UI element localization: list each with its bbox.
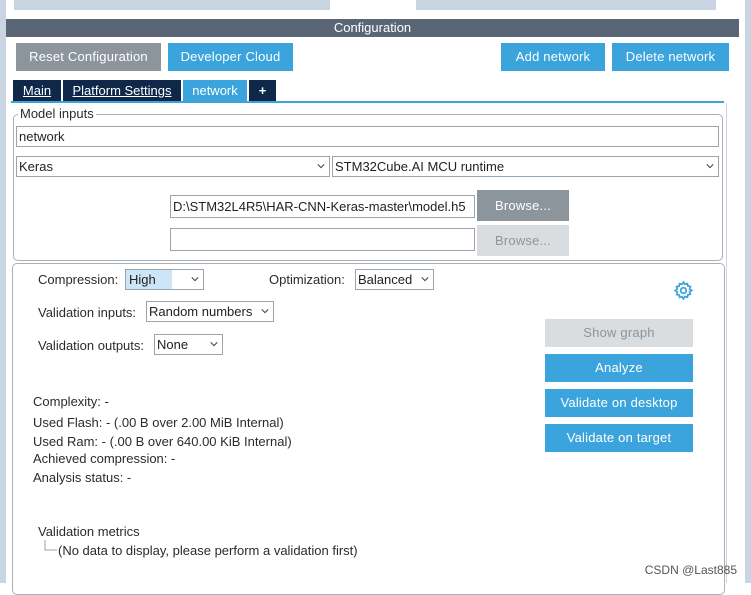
- analyze-button[interactable]: Analyze: [545, 354, 693, 382]
- validation-inputs-select-value: Random numbers: [149, 304, 253, 319]
- tab-network[interactable]: network: [183, 80, 247, 101]
- tab-underline: [11, 101, 724, 103]
- runtime-select-value: STM32Cube.AI MCU runtime: [335, 159, 505, 174]
- model-inputs-legend: Model inputs: [18, 106, 96, 121]
- reset-configuration-button[interactable]: Reset Configuration: [16, 43, 161, 71]
- compression-select-value: High: [126, 270, 172, 289]
- delete-network-button[interactable]: Delete network: [612, 43, 729, 71]
- show-graph-button[interactable]: Show graph: [545, 319, 693, 347]
- scrollbar[interactable]: [726, 103, 727, 583]
- framework-select-value: Keras: [19, 159, 53, 174]
- configuration-title-bar: Configuration: [6, 19, 739, 37]
- achieved-compression-text: Achieved compression: -: [33, 451, 176, 466]
- tab-add[interactable]: +: [249, 80, 276, 101]
- validation-outputs-select[interactable]: None: [154, 334, 223, 355]
- validation-inputs-label: Validation inputs:: [38, 305, 137, 320]
- compression-select[interactable]: High: [125, 269, 204, 290]
- runtime-select[interactable]: STM32Cube.AI MCU runtime: [332, 156, 719, 177]
- validation-inputs-select[interactable]: Random numbers: [146, 301, 274, 322]
- browse-secondary-button[interactable]: Browse...: [477, 225, 569, 256]
- tab-platform-settings-label: Platform Settings: [72, 83, 172, 98]
- validation-metrics-empty: (No data to display, please perform a va…: [58, 543, 358, 558]
- used-flash-text: Used Flash: - (.00 B over 2.00 MiB Inter…: [33, 415, 284, 430]
- gear-icon[interactable]: [673, 280, 694, 301]
- chevron-down-icon: [706, 164, 714, 169]
- tree-branch-icon: [44, 540, 57, 551]
- validate-on-desktop-button[interactable]: Validate on desktop: [545, 389, 693, 417]
- used-ram-text: Used Ram: - (.00 B over 640.00 KiB Inter…: [33, 434, 292, 449]
- window-left-edge: [0, 0, 6, 583]
- optimization-label: Optimization:: [269, 272, 345, 287]
- compression-label: Compression:: [38, 272, 119, 287]
- chevron-down-icon: [210, 342, 218, 347]
- tab-main-label: Main: [22, 83, 52, 98]
- validate-on-target-button[interactable]: Validate on target: [545, 424, 693, 452]
- secondary-path-input[interactable]: [170, 228, 475, 251]
- chevron-down-icon: [261, 309, 269, 314]
- optimization-select[interactable]: Balanced: [355, 269, 434, 290]
- browse-model-button[interactable]: Browse...: [477, 190, 569, 221]
- developer-cloud-button[interactable]: Developer Cloud: [168, 43, 293, 71]
- chevron-down-icon: [421, 277, 429, 282]
- window-right-edge: [745, 0, 751, 583]
- add-network-button[interactable]: Add network: [501, 43, 605, 71]
- chevron-down-icon: [317, 164, 325, 169]
- optimization-select-value: Balanced: [358, 272, 413, 287]
- validation-metrics-title: Validation metrics: [38, 524, 140, 539]
- tab-platform-settings[interactable]: Platform Settings: [63, 80, 181, 101]
- model-path-input[interactable]: D:\STM32L4R5\HAR-CNN-Keras-master\model.…: [170, 195, 475, 218]
- watermark: CSDN @Last885: [644, 563, 737, 577]
- complexity-text: Complexity: -: [33, 394, 109, 409]
- chevron-down-icon: [191, 277, 199, 282]
- framework-select[interactable]: Keras: [16, 156, 330, 177]
- model-name-input[interactable]: network: [16, 126, 719, 147]
- validation-outputs-label: Validation outputs:: [38, 338, 144, 353]
- top-strip: [6, 0, 745, 12]
- tab-main[interactable]: Main: [13, 80, 61, 101]
- validation-outputs-select-value: None: [157, 337, 189, 352]
- analysis-status-text: Analysis status: -: [33, 470, 132, 485]
